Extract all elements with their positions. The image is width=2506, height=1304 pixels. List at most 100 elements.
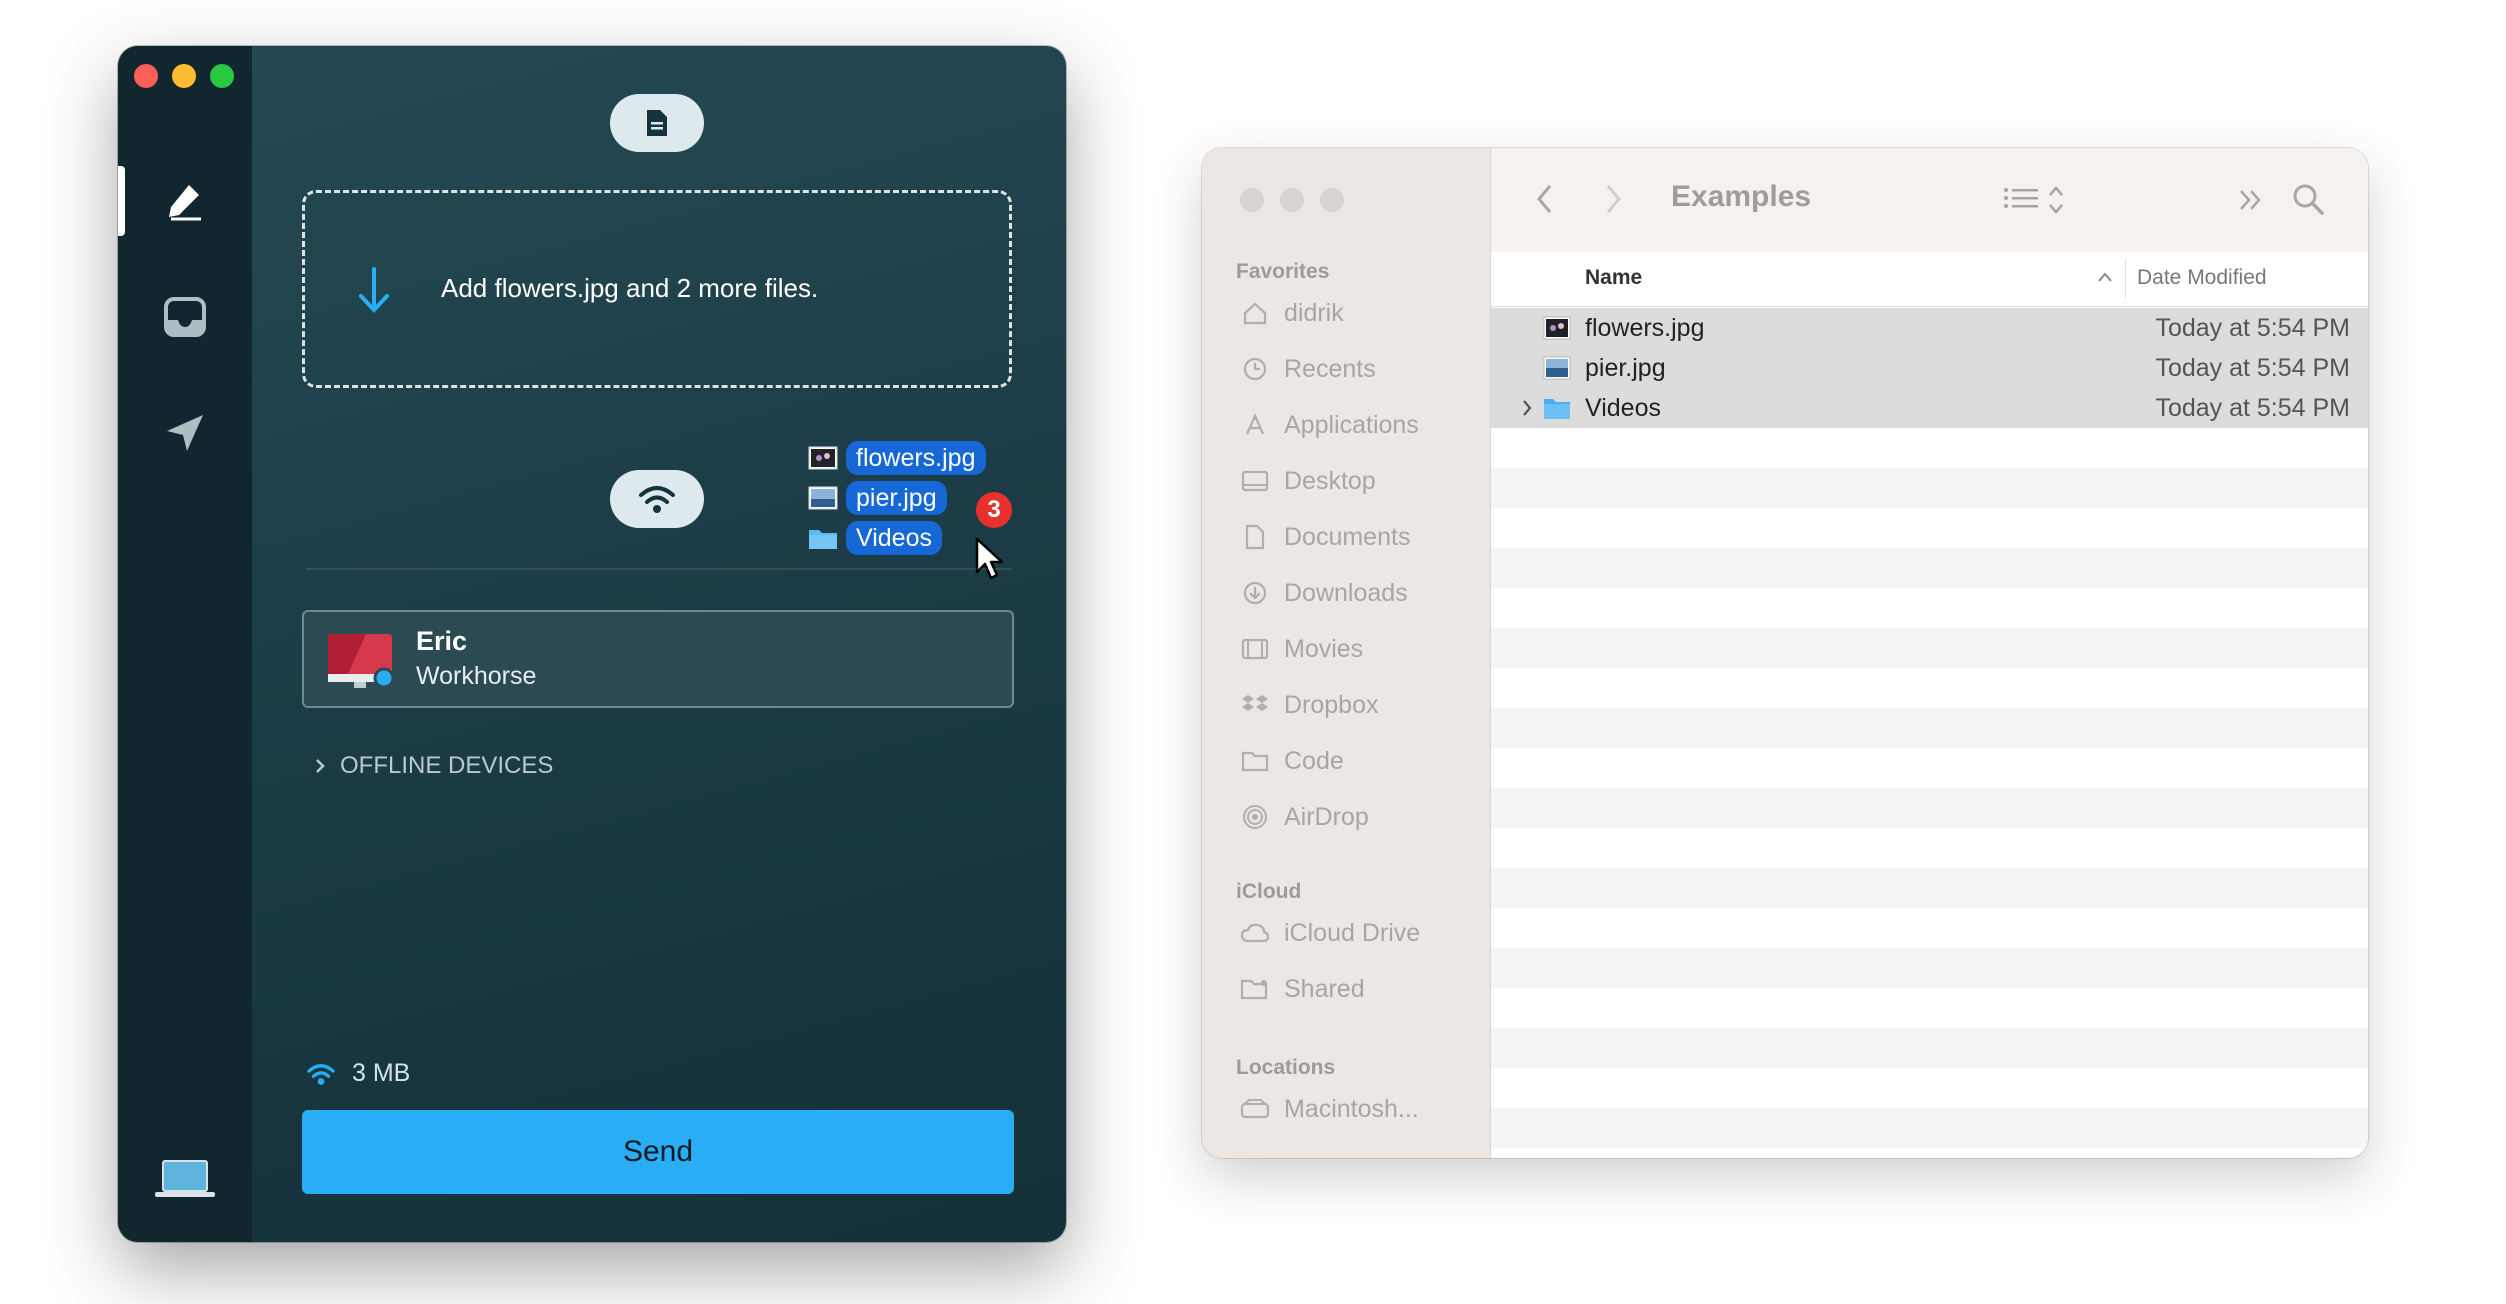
file-date: Today at 5:54 PM (2155, 314, 2350, 342)
back-icon[interactable] (1535, 182, 1555, 216)
folder-icon (1241, 751, 1269, 772)
disclosure-triangle-icon[interactable] (1521, 398, 1533, 418)
view-options-chevrons-icon[interactable] (2047, 184, 2065, 216)
dragged-item-videos: Videos (808, 521, 942, 555)
offline-devices-label: OFFLINE DEVICES (340, 752, 554, 779)
empty-row (1491, 508, 2368, 548)
file-row-pier[interactable]: pier.jpg Today at 5:54 PM (1491, 348, 2368, 388)
finder-sidebar: Favorites didrik Recents Applications De… (1202, 148, 1491, 1158)
arrow-down-icon (359, 267, 389, 313)
sidebar-item-code[interactable]: Code (1240, 746, 1344, 776)
more-toolbar-icon[interactable] (2237, 186, 2265, 214)
shared-folder-icon (1240, 979, 1268, 1000)
minimize-button[interactable] (172, 64, 196, 88)
empty-row (1491, 788, 2368, 828)
this-computer-tab[interactable] (118, 1144, 252, 1214)
monitor-icon (328, 634, 395, 689)
sidebar-item-movies[interactable]: Movies (1240, 634, 1363, 664)
sidebar-item-airdrop[interactable]: AirDrop (1240, 802, 1369, 832)
cloud-icon (1240, 923, 1270, 943)
zoom-button[interactable] (210, 64, 234, 88)
sidebar-item-dropbox[interactable]: Dropbox (1240, 690, 1379, 720)
empty-row (1491, 668, 2368, 708)
sidebar-item-icloud-drive[interactable]: iCloud Drive (1240, 918, 1420, 948)
send-button[interactable]: Send (302, 1110, 1014, 1194)
column-name-header[interactable]: Name (1585, 266, 1642, 290)
sidebar-item-label: Shared (1284, 974, 1365, 1003)
empty-row (1491, 1108, 2368, 1148)
window-controls (1240, 188, 1344, 212)
inbox-icon (164, 297, 206, 337)
compose-tab[interactable] (118, 166, 252, 236)
document-icon (647, 110, 667, 136)
folder-icon (1544, 399, 1570, 419)
disk-icon (1240, 1099, 1270, 1119)
device-host: Workhorse (416, 662, 537, 690)
column-separator[interactable] (2125, 260, 2126, 298)
forward-icon[interactable] (1603, 182, 1623, 216)
empty-row (1491, 548, 2368, 588)
drop-zone[interactable]: Add flowers.jpg and 2 more files. (302, 190, 1012, 388)
sidebar-item-recents[interactable]: Recents (1240, 354, 1376, 384)
image-file-icon (1543, 356, 1571, 380)
sidebar-item-macintosh[interactable]: Macintosh... (1240, 1094, 1419, 1124)
transfer-size: 3 MB (306, 1059, 410, 1088)
sidebar-item-applications[interactable]: Applications (1240, 410, 1419, 440)
minimize-button[interactable] (1280, 188, 1304, 212)
drag-count-badge: 3 (976, 492, 1012, 528)
sidebar-item-label: Desktop (1284, 466, 1376, 495)
sidebar-item-shared[interactable]: Shared (1240, 974, 1365, 1004)
column-date-header[interactable]: Date Modified (2137, 266, 2267, 290)
sidebar-item-didrik[interactable]: didrik (1240, 298, 1344, 328)
sidebar-item-label: Macintosh... (1284, 1094, 1419, 1123)
window-title: Examples (1671, 180, 1812, 213)
sent-tab[interactable] (118, 398, 252, 468)
empty-row (1491, 868, 2368, 908)
file-name: flowers.jpg (1585, 314, 1705, 342)
sidebar-item-label: Dropbox (1284, 690, 1379, 719)
sidebar-item-downloads[interactable]: Downloads (1240, 578, 1408, 608)
offline-devices-toggle[interactable]: OFFLINE DEVICES (314, 752, 553, 780)
film-icon (1241, 638, 1269, 660)
inbox-tab[interactable] (118, 282, 252, 352)
finder-toolbar: Examples (1491, 148, 2368, 253)
close-button[interactable] (1240, 188, 1264, 212)
image-file-icon (808, 446, 838, 470)
file-date: Today at 5:54 PM (2155, 394, 2350, 422)
paper-plane-icon (167, 415, 203, 451)
network-button[interactable] (610, 470, 704, 528)
select-files-button[interactable] (610, 94, 704, 152)
folder-icon (809, 530, 837, 549)
file-row-flowers[interactable]: flowers.jpg Today at 5:54 PM (1491, 308, 2368, 348)
sidebar-item-label: didrik (1284, 298, 1344, 327)
file-list: flowers.jpg Today at 5:54 PM pier.jpg To… (1491, 308, 2368, 1158)
empty-row (1491, 428, 2368, 468)
list-view-icon[interactable] (2003, 186, 2039, 214)
sidebar-item-label: Recents (1284, 354, 1376, 383)
icloud-heading: iCloud (1236, 880, 1302, 903)
close-button[interactable] (134, 64, 158, 88)
zoom-button[interactable] (1320, 188, 1344, 212)
laptop-icon (155, 1160, 215, 1197)
chevron-right-icon (316, 759, 325, 773)
sidebar-item-desktop[interactable]: Desktop (1240, 466, 1376, 496)
file-name: pier.jpg (1585, 354, 1666, 382)
file-row-videos[interactable]: Videos Today at 5:54 PM (1491, 388, 2368, 428)
document-icon (1245, 524, 1265, 550)
search-icon[interactable] (2291, 182, 2325, 216)
empty-row (1491, 628, 2368, 668)
wifi-icon (639, 486, 675, 513)
transfer-app-window: Add flowers.jpg and 2 more files. flower… (118, 46, 1066, 1242)
desktop-icon (1241, 470, 1269, 492)
airdrop-icon (1243, 805, 1267, 829)
applications-icon (1245, 413, 1265, 435)
home-icon (1243, 302, 1267, 325)
sort-ascending-icon[interactable] (2097, 266, 2113, 288)
empty-row (1491, 708, 2368, 748)
device-card-eric[interactable]: Eric Workhorse (302, 610, 1014, 708)
empty-row (1491, 1068, 2368, 1108)
image-file-icon (808, 486, 838, 510)
sidebar-item-documents[interactable]: Documents (1240, 522, 1410, 552)
dragged-item-label: Videos (846, 521, 942, 555)
sidebar-item-label: Code (1284, 746, 1344, 775)
